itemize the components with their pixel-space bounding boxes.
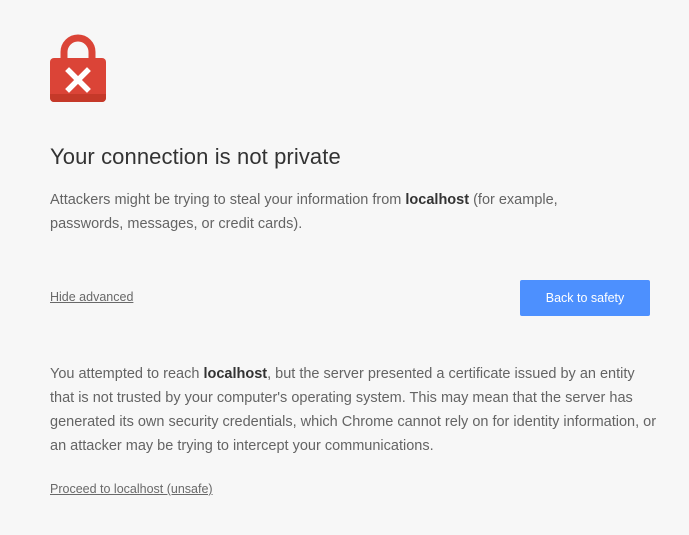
warning-text-before: Attackers might be trying to steal your … — [50, 192, 406, 208]
warning-host: localhost — [405, 192, 470, 208]
hide-advanced-link[interactable]: Hide advanced — [50, 290, 133, 304]
warning-message: Attackers might be trying to steal your … — [50, 188, 610, 236]
lock-error-icon — [50, 34, 106, 102]
details-host: localhost — [203, 366, 268, 382]
back-to-safety-button[interactable]: Back to safety — [520, 280, 650, 316]
ssl-interstitial-page: Your connection is not private Attackers… — [0, 0, 689, 535]
proceed-unsafe-link[interactable]: Proceed to localhost (unsafe) — [50, 482, 213, 496]
details-message: You attempted to reach localhost, but th… — [50, 362, 660, 458]
page-title: Your connection is not private — [50, 144, 341, 169]
details-text-before: You attempted to reach — [50, 366, 204, 382]
